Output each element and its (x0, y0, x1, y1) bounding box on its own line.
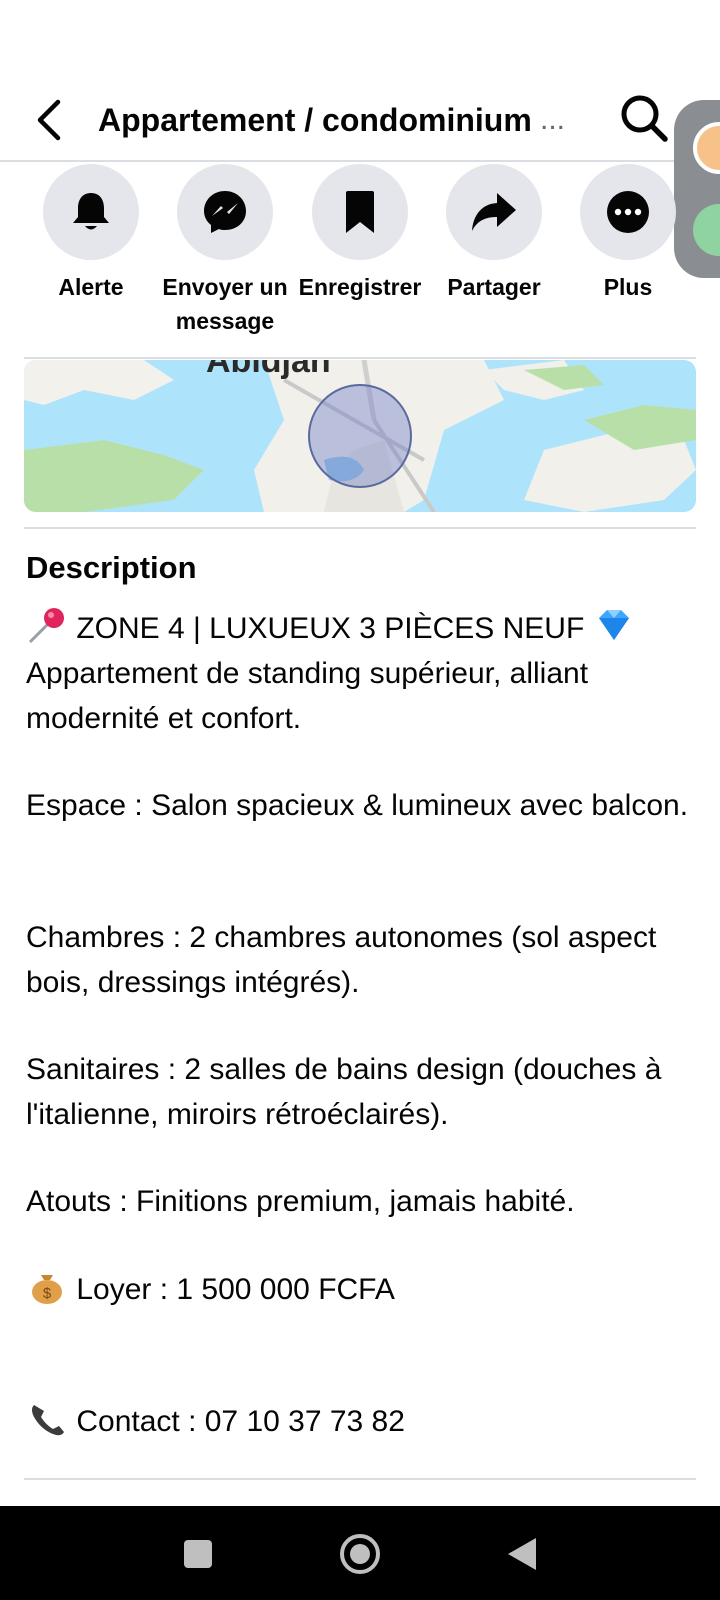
money-bag-icon: $ (32, 1275, 62, 1304)
send-message-label: Envoyer un message (162, 274, 288, 334)
home-button[interactable] (330, 1526, 390, 1582)
description-espace: Espace : Salon spacieux & lumineux avec … (26, 789, 689, 822)
location-map[interactable]: Abidjan (24, 360, 696, 512)
map-location-radius (308, 384, 412, 488)
bookmark-icon (346, 191, 374, 233)
title-ellipsis: ... (540, 103, 566, 136)
chevron-left-icon (37, 99, 61, 141)
description-loyer: Loyer : 1 500 000 FCFA (76, 1273, 395, 1306)
share-icon (472, 193, 516, 231)
svg-text:$: $ (43, 1285, 52, 1302)
save-button[interactable]: Enregistrer (293, 164, 427, 304)
screen: Appartement / condominium ... Alerte Env… (0, 0, 720, 1600)
description-heading: Description (26, 550, 197, 585)
description-chambres: Chambres : 2 chambres autonomes (sol asp… (26, 921, 657, 999)
triangle-back-icon (508, 1538, 536, 1570)
telephone-receiver-icon (32, 1405, 64, 1436)
back-button[interactable] (22, 92, 78, 148)
description-contact[interactable]: Contact : 07 10 37 73 82 (76, 1405, 405, 1438)
share-label: Partager (447, 274, 541, 300)
share-icon-circle (446, 164, 542, 260)
status-bar (0, 0, 720, 80)
description-intro: Appartement de standing supérieur, allia… (26, 657, 589, 735)
more-button[interactable]: Plus (561, 164, 695, 304)
alert-button[interactable]: Alerte (24, 164, 158, 304)
divider (24, 357, 696, 359)
save-label: Enregistrer (298, 274, 422, 300)
messenger-icon (204, 191, 246, 233)
divider (24, 527, 696, 529)
pushpin-icon (28, 608, 64, 644)
send-message-button[interactable]: Envoyer un message (158, 164, 292, 338)
description-headline: ZONE 4 | LUXUEUX 3 PIÈCES NEUF (76, 612, 585, 645)
save-icon-circle (312, 164, 408, 260)
message-icon-circle (177, 164, 273, 260)
more-label: Plus (603, 274, 653, 300)
map-city-label: Abidjan (206, 360, 331, 380)
description-atouts: Atouts : Finitions premium, jamais habit… (26, 1185, 575, 1218)
description-contact-row: Contact : 07 10 37 73 82 (26, 1399, 698, 1444)
description-sanitaires: Sanitaires : 2 salles de bains design (d… (26, 1053, 662, 1131)
bell-icon (73, 193, 109, 230)
square-icon (184, 1540, 212, 1568)
more-icon (607, 191, 649, 233)
divider (24, 1478, 696, 1480)
home-circle-icon (340, 1534, 380, 1574)
recents-button[interactable] (168, 1526, 228, 1582)
description-loyer-row: $ Loyer : 1 500 000 FCFA (26, 1267, 698, 1312)
back-nav-button[interactable] (492, 1526, 552, 1582)
share-button[interactable]: Partager (427, 164, 561, 304)
alert-label: Alerte (58, 274, 124, 300)
description-headline-row: ZONE 4 | LUXUEUX 3 PIÈCES NEUF (26, 606, 698, 651)
top-app-bar: Appartement / condominium ... (0, 80, 720, 162)
search-button[interactable] (614, 88, 674, 148)
page-title: Appartement / condominium (98, 102, 532, 138)
more-icon-circle (580, 164, 676, 260)
action-bar: Alerte Envoyer un message Enregistrer Pa… (0, 164, 720, 354)
gem-icon (598, 610, 629, 640)
system-navigation-bar (0, 1506, 720, 1600)
search-icon (621, 95, 668, 142)
alert-icon-circle (43, 164, 139, 260)
